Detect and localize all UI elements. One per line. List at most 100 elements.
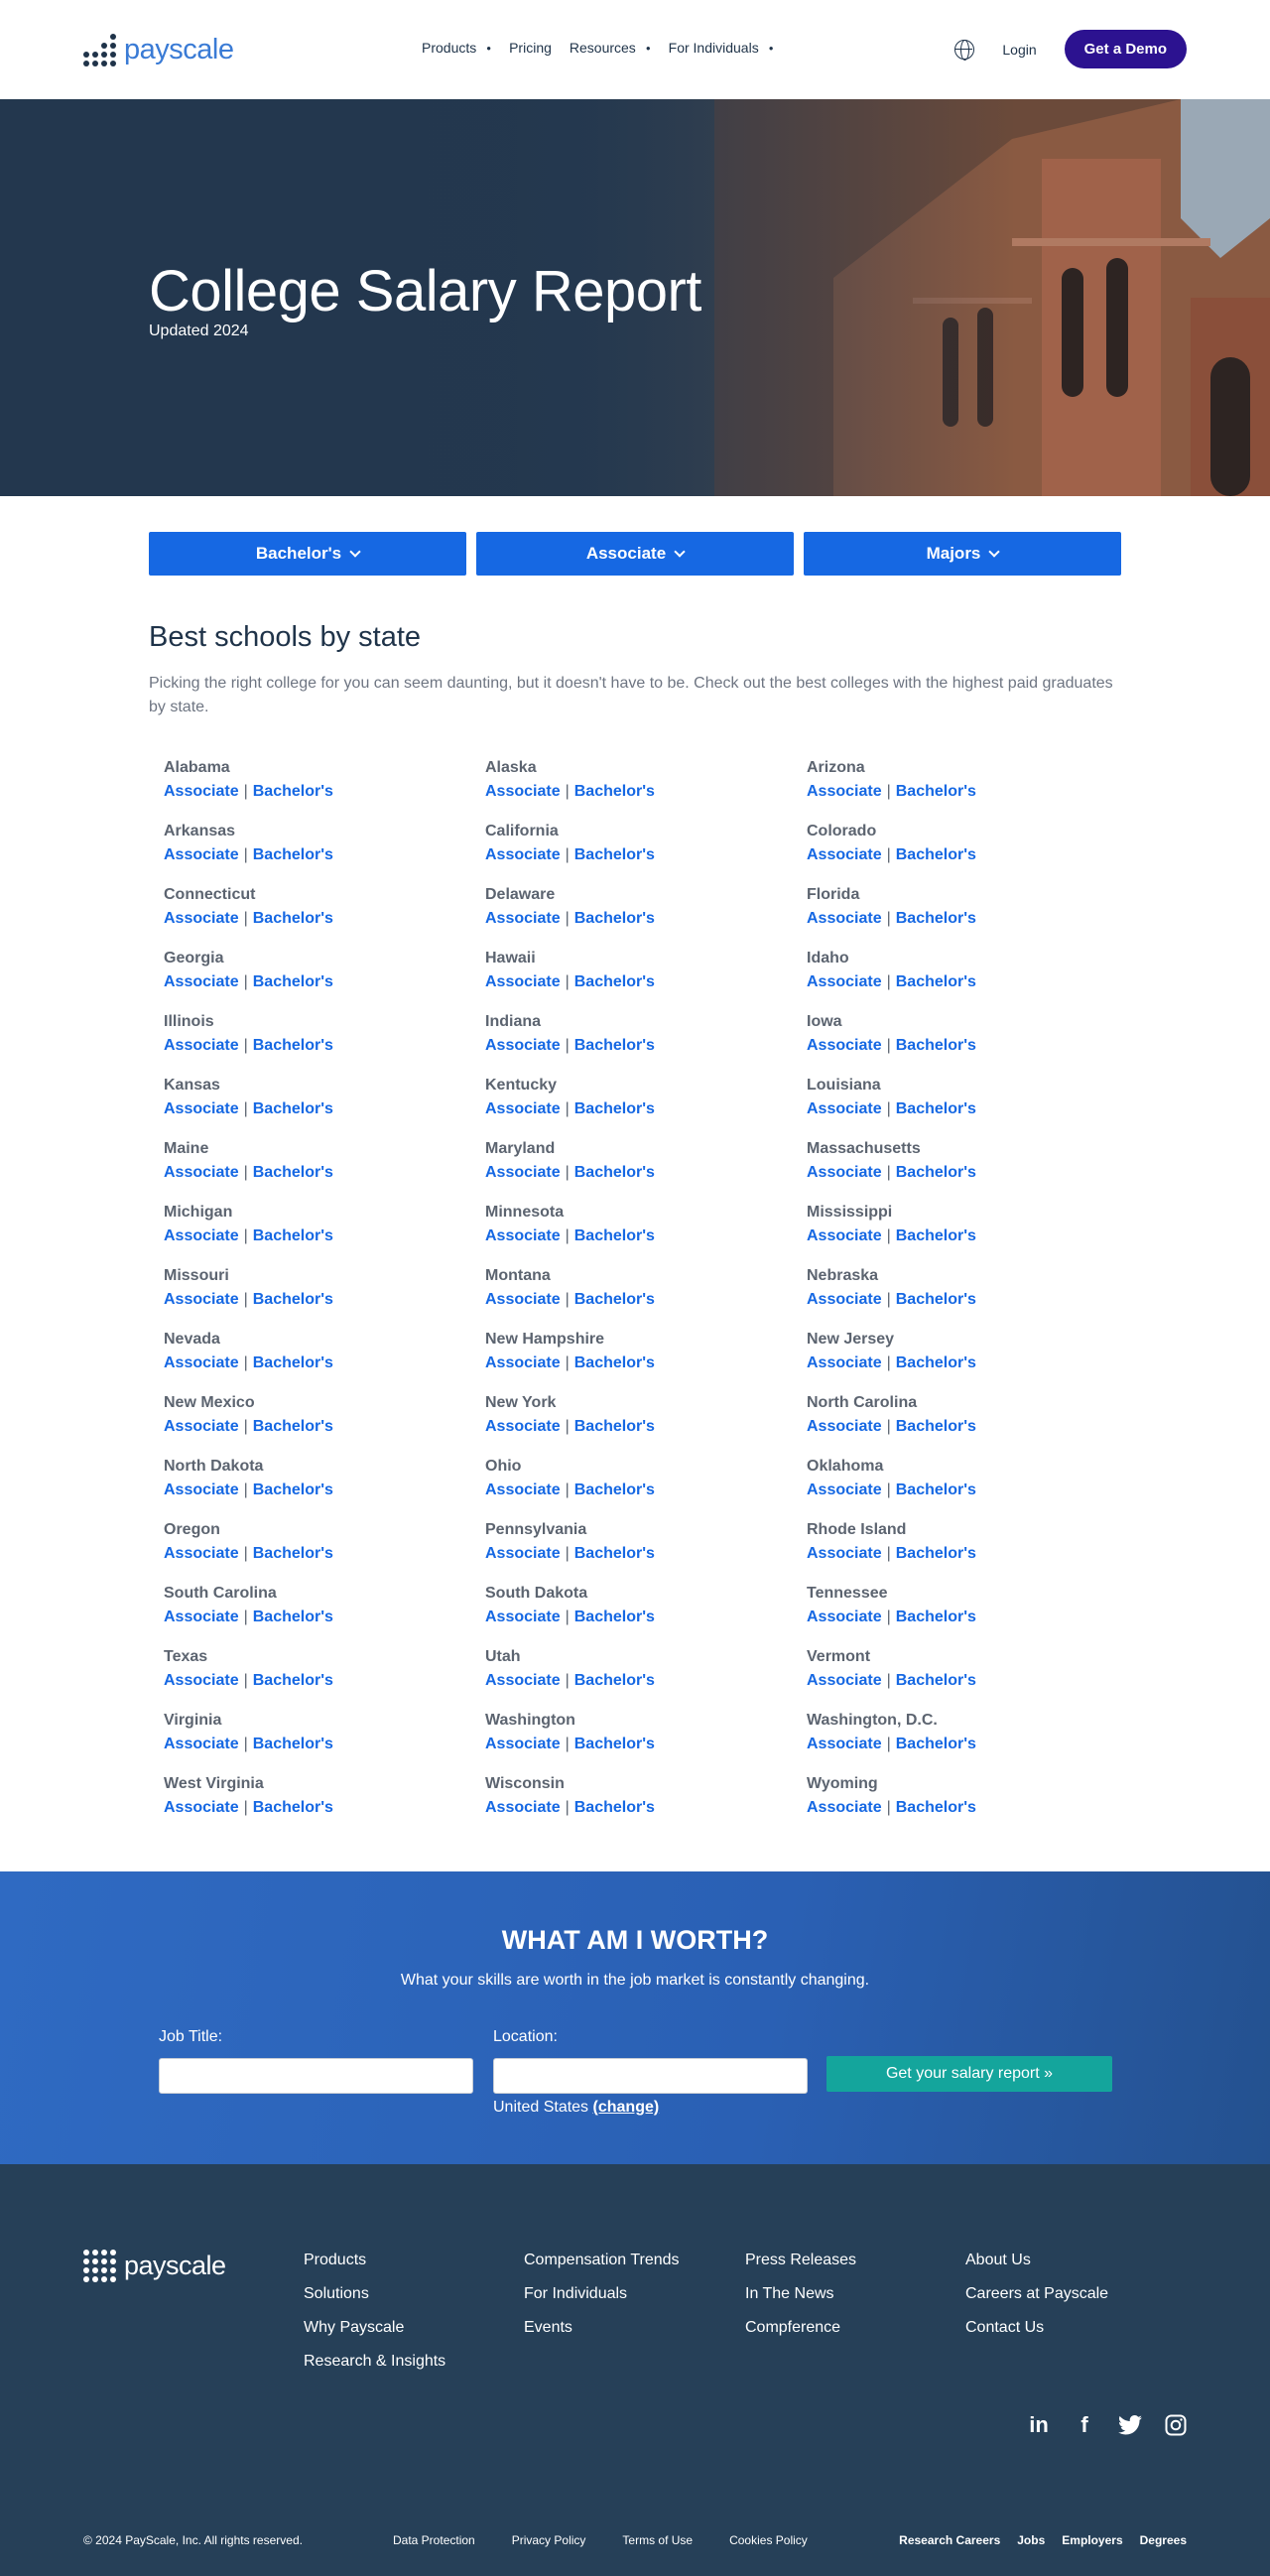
associate-link[interactable]: Associate <box>485 783 561 800</box>
bachelors-link[interactable]: Bachelor's <box>896 1164 976 1181</box>
bachelors-link[interactable]: Bachelor's <box>574 1672 655 1689</box>
footer-link[interactable]: About Us <box>965 2250 1108 2270</box>
associate-link[interactable]: Associate <box>485 1736 561 1752</box>
secondary-link[interactable]: Jobs <box>1017 2533 1045 2547</box>
tab-bachelors[interactable]: Bachelor's <box>149 532 466 576</box>
bachelors-link[interactable]: Bachelor's <box>896 1609 976 1625</box>
bachelors-link[interactable]: Bachelor's <box>253 1418 333 1435</box>
bachelors-link[interactable]: Bachelor's <box>574 846 655 863</box>
associate-link[interactable]: Associate <box>807 1227 882 1244</box>
associate-link[interactable]: Associate <box>164 1164 239 1181</box>
globe-icon[interactable] <box>954 39 975 61</box>
associate-link[interactable]: Associate <box>164 846 239 863</box>
nav-pricing[interactable]: Pricing <box>509 40 552 56</box>
bachelors-link[interactable]: Bachelor's <box>574 1291 655 1308</box>
bachelors-link[interactable]: Bachelor's <box>574 1100 655 1117</box>
bachelors-link[interactable]: Bachelor's <box>574 1354 655 1371</box>
bachelors-link[interactable]: Bachelor's <box>574 1609 655 1625</box>
bachelors-link[interactable]: Bachelor's <box>896 1227 976 1244</box>
footer-link[interactable]: Events <box>524 2317 680 2338</box>
associate-link[interactable]: Associate <box>485 1545 561 1562</box>
bachelors-link[interactable]: Bachelor's <box>574 1037 655 1054</box>
job-title-input[interactable] <box>159 2058 473 2094</box>
get-demo-button[interactable]: Get a Demo <box>1064 30 1187 68</box>
twitter-icon[interactable] <box>1117 2412 1143 2438</box>
associate-link[interactable]: Associate <box>485 910 561 927</box>
associate-link[interactable]: Associate <box>807 783 882 800</box>
bachelors-link[interactable]: Bachelor's <box>574 1799 655 1816</box>
bachelors-link[interactable]: Bachelor's <box>896 1100 976 1117</box>
associate-link[interactable]: Associate <box>164 783 239 800</box>
associate-link[interactable]: Associate <box>485 1100 561 1117</box>
bachelors-link[interactable]: Bachelor's <box>253 1799 333 1816</box>
associate-link[interactable]: Associate <box>164 1291 239 1308</box>
bachelors-link[interactable]: Bachelor's <box>896 973 976 990</box>
bachelors-link[interactable]: Bachelor's <box>574 973 655 990</box>
linkedin-icon[interactable]: in <box>1026 2412 1052 2438</box>
bachelors-link[interactable]: Bachelor's <box>574 1481 655 1498</box>
footer-link[interactable]: Solutions <box>304 2283 445 2304</box>
bachelors-link[interactable]: Bachelor's <box>896 1672 976 1689</box>
associate-link[interactable]: Associate <box>164 1672 239 1689</box>
associate-link[interactable]: Associate <box>485 1418 561 1435</box>
associate-link[interactable]: Associate <box>807 846 882 863</box>
bachelors-link[interactable]: Bachelor's <box>253 973 333 990</box>
associate-link[interactable]: Associate <box>485 1354 561 1371</box>
footer-logo[interactable]: payscale <box>83 2250 226 2282</box>
nav-resources[interactable]: Resources ● <box>570 40 651 56</box>
associate-link[interactable]: Associate <box>807 1164 882 1181</box>
bachelors-link[interactable]: Bachelor's <box>574 1545 655 1562</box>
associate-link[interactable]: Associate <box>485 1227 561 1244</box>
associate-link[interactable]: Associate <box>164 1799 239 1816</box>
bachelors-link[interactable]: Bachelor's <box>896 1799 976 1816</box>
associate-link[interactable]: Associate <box>807 1545 882 1562</box>
associate-link[interactable]: Associate <box>485 1672 561 1689</box>
facebook-icon[interactable]: f <box>1072 2412 1097 2438</box>
footer-link[interactable]: Why Payscale <box>304 2317 445 2338</box>
bachelors-link[interactable]: Bachelor's <box>574 1736 655 1752</box>
associate-link[interactable]: Associate <box>164 1100 239 1117</box>
bachelors-link[interactable]: Bachelor's <box>896 1545 976 1562</box>
payscale-logo[interactable]: payscale <box>83 33 234 66</box>
bachelors-link[interactable]: Bachelor's <box>253 1100 333 1117</box>
secondary-link[interactable]: Research Careers <box>899 2533 1000 2547</box>
footer-link[interactable]: Research & Insights <box>304 2351 445 2372</box>
associate-link[interactable]: Associate <box>807 1672 882 1689</box>
login-link[interactable]: Login <box>1002 42 1036 58</box>
associate-link[interactable]: Associate <box>485 973 561 990</box>
bachelors-link[interactable]: Bachelor's <box>574 783 655 800</box>
get-salary-report-button[interactable]: Get your salary report » <box>826 2056 1112 2092</box>
associate-link[interactable]: Associate <box>807 1100 882 1117</box>
bachelors-link[interactable]: Bachelor's <box>253 1354 333 1371</box>
bachelors-link[interactable]: Bachelor's <box>896 1037 976 1054</box>
associate-link[interactable]: Associate <box>164 1481 239 1498</box>
footer-link[interactable]: In The News <box>745 2283 856 2304</box>
associate-link[interactable]: Associate <box>807 1799 882 1816</box>
secondary-link[interactable]: Degrees <box>1140 2533 1187 2547</box>
bachelors-link[interactable]: Bachelor's <box>896 1291 976 1308</box>
associate-link[interactable]: Associate <box>485 1609 561 1625</box>
tab-majors[interactable]: Majors <box>804 532 1121 576</box>
legal-link[interactable]: Data Protection <box>393 2533 475 2547</box>
bachelors-link[interactable]: Bachelor's <box>253 846 333 863</box>
footer-link[interactable]: Compference <box>745 2317 856 2338</box>
associate-link[interactable]: Associate <box>807 973 882 990</box>
bachelors-link[interactable]: Bachelor's <box>896 1736 976 1752</box>
associate-link[interactable]: Associate <box>164 910 239 927</box>
bachelors-link[interactable]: Bachelor's <box>574 910 655 927</box>
footer-link[interactable]: Products <box>304 2250 445 2270</box>
bachelors-link[interactable]: Bachelor's <box>253 910 333 927</box>
bachelors-link[interactable]: Bachelor's <box>253 1736 333 1752</box>
change-country-link[interactable]: (change) <box>593 2099 660 2116</box>
secondary-link[interactable]: Employers <box>1062 2533 1122 2547</box>
nav-products[interactable]: Products ● <box>422 40 491 56</box>
associate-link[interactable]: Associate <box>485 1799 561 1816</box>
associate-link[interactable]: Associate <box>164 1736 239 1752</box>
associate-link[interactable]: Associate <box>164 1037 239 1054</box>
associate-link[interactable]: Associate <box>485 1164 561 1181</box>
associate-link[interactable]: Associate <box>485 1481 561 1498</box>
bachelors-link[interactable]: Bachelor's <box>253 1609 333 1625</box>
associate-link[interactable]: Associate <box>807 1037 882 1054</box>
associate-link[interactable]: Associate <box>485 846 561 863</box>
tab-associate[interactable]: Associate <box>476 532 794 576</box>
